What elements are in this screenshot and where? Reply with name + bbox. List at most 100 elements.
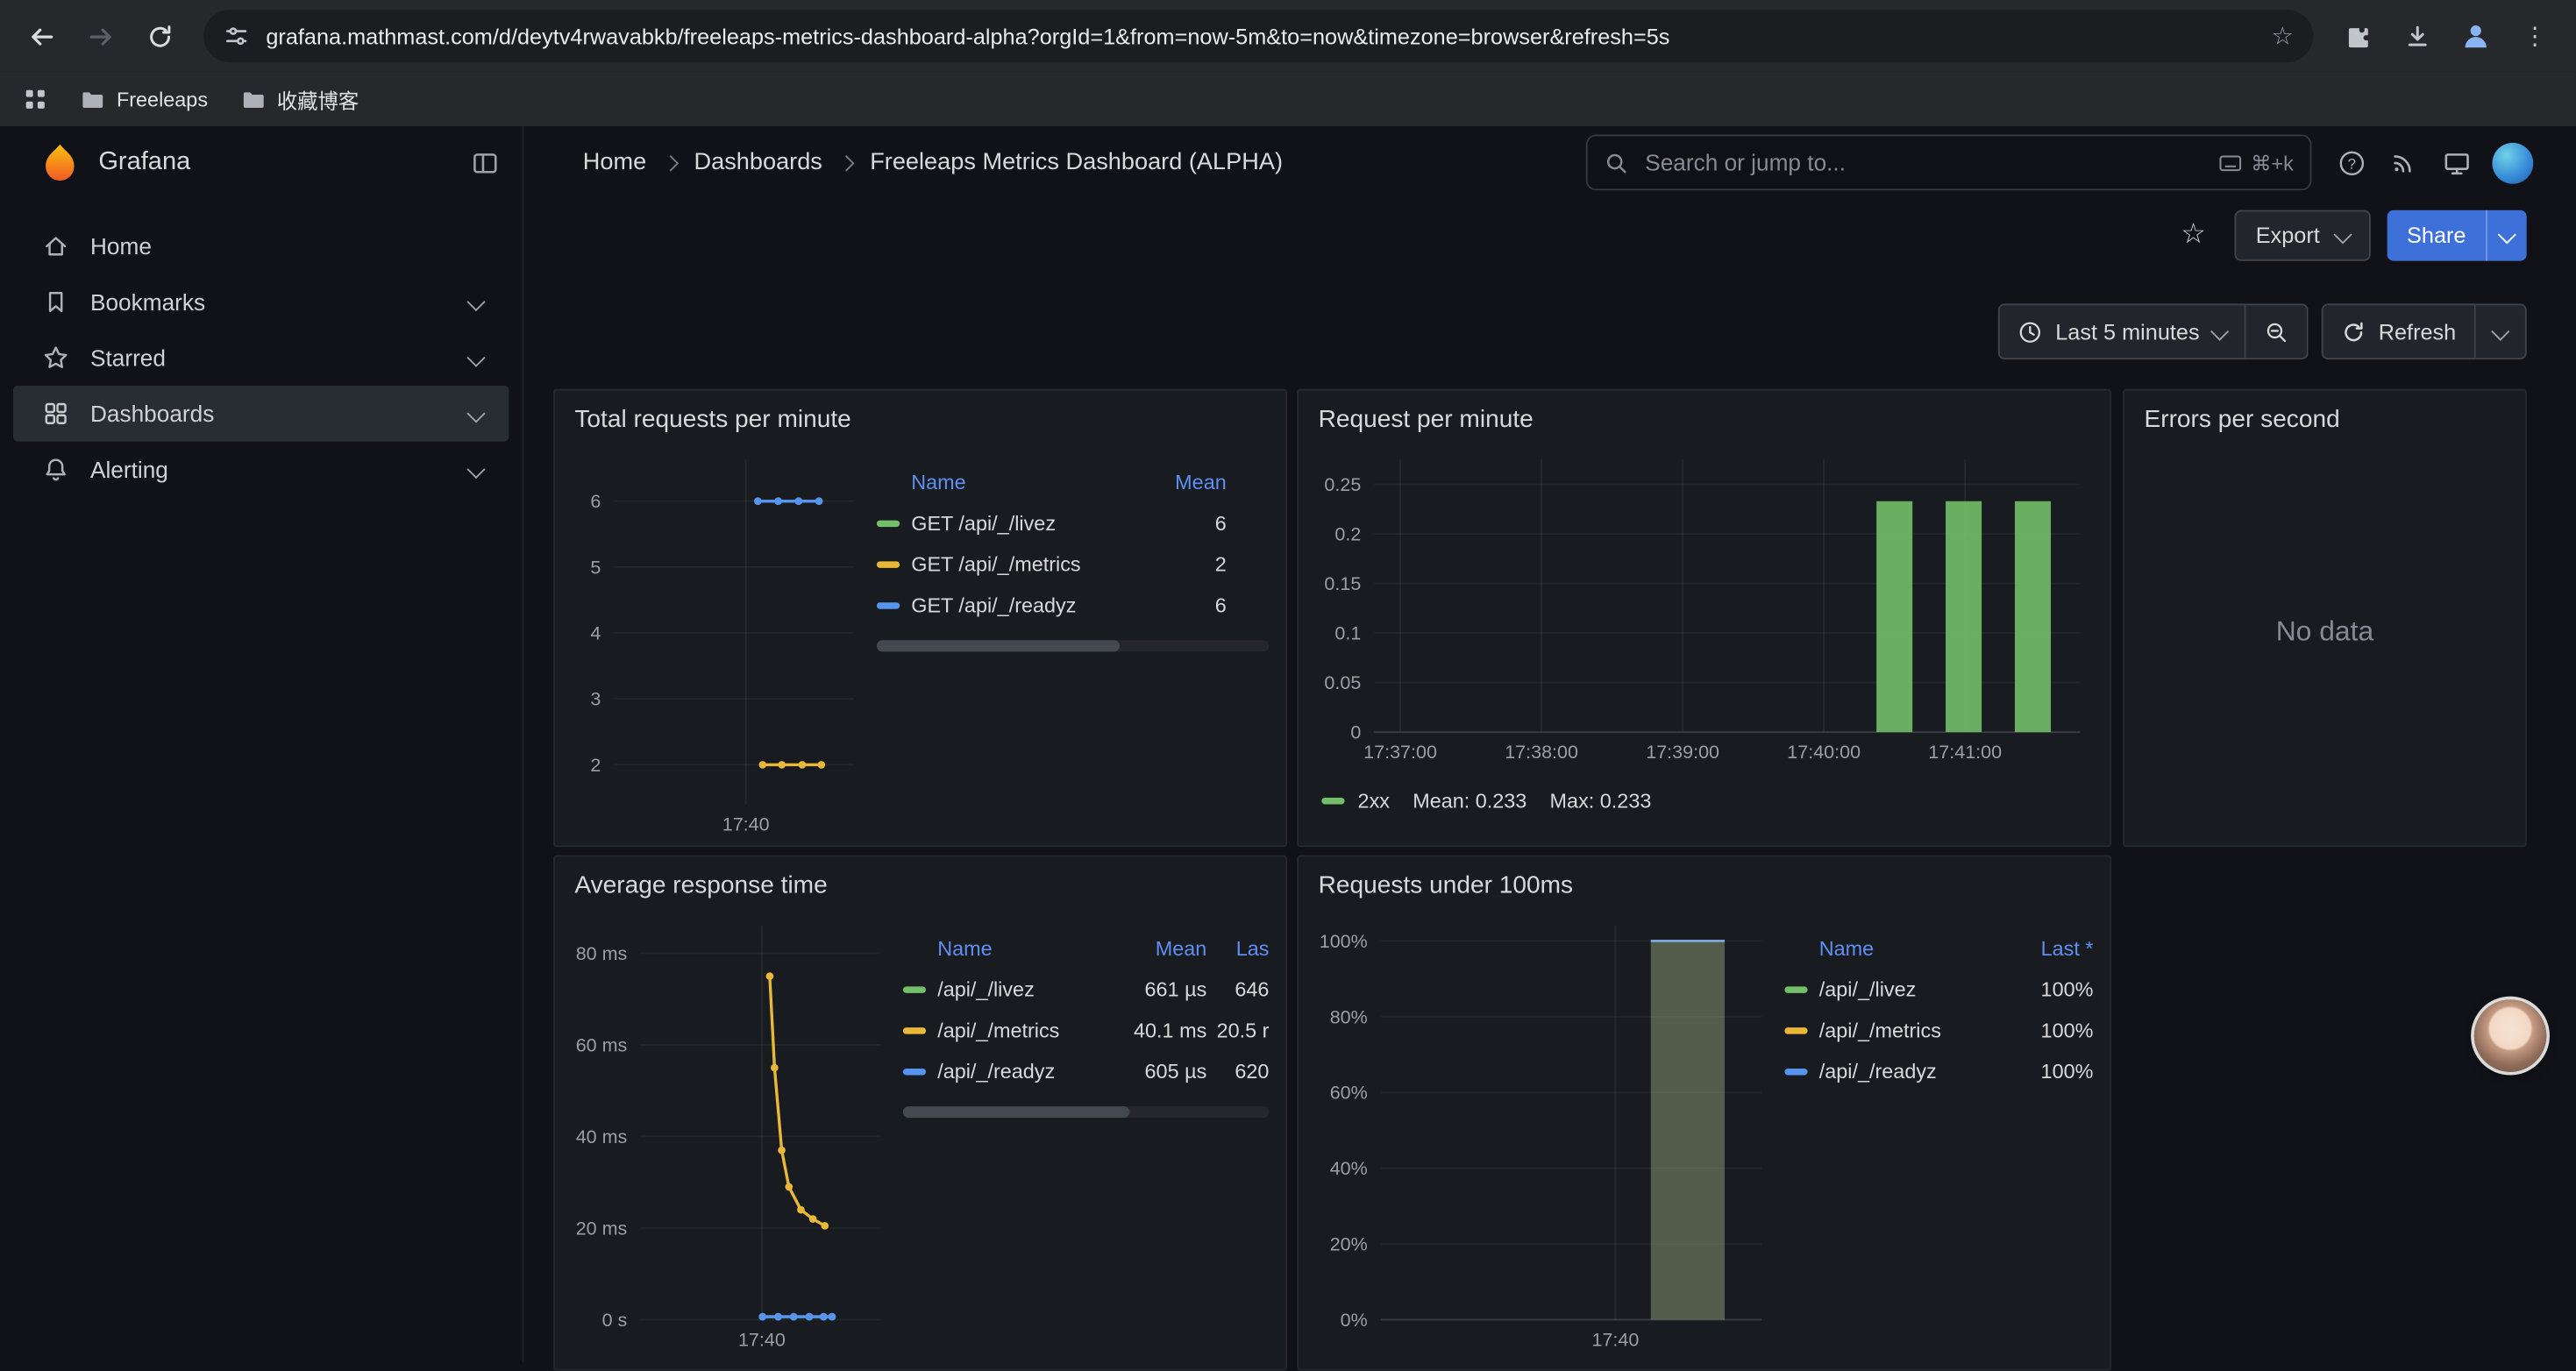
chart-request-per-minute[interactable]: 17:37:0017:38:0017:39:0017:40:0017:41:00… — [1315, 446, 2094, 779]
share-button[interactable]: Share — [2387, 210, 2486, 260]
collapse-sidebar-icon[interactable] — [471, 148, 499, 176]
legend-column-header[interactable]: Name — [903, 937, 1102, 960]
share-menu-button[interactable] — [2486, 210, 2527, 260]
legend-scrollbar[interactable] — [877, 640, 1270, 651]
display-monitor-button[interactable] — [2430, 135, 2482, 191]
legend-series-name: /api/_/livez — [937, 977, 1101, 1000]
browser-menu-button[interactable]: ⋮ — [2507, 8, 2563, 64]
legend-scrollbar-thumb[interactable] — [877, 640, 1120, 651]
legend-value: 620 — [1206, 1060, 1269, 1083]
search-input[interactable] — [1642, 148, 2205, 178]
sidebar-item-label: Bookmarks — [90, 289, 205, 316]
legend-row[interactable]: /api/_/metrics40.1 ms20.5 r — [903, 1010, 1270, 1051]
legend-column-header[interactable]: Name — [1784, 937, 1978, 960]
forward-button[interactable] — [72, 8, 128, 64]
sidebar-item-starred[interactable]: Starred — [13, 330, 509, 386]
breadcrumb-home[interactable]: Home — [583, 149, 646, 175]
panel-title[interactable]: Errors per second — [2124, 391, 2525, 447]
refresh-button[interactable]: Refresh — [2321, 303, 2476, 359]
legend-header: NameMean — [877, 463, 1270, 502]
chevron-down-icon[interactable] — [466, 404, 485, 423]
svg-text:60%: 60% — [1330, 1083, 1368, 1104]
svg-text:17:40: 17:40 — [738, 1329, 786, 1350]
legend-row[interactable]: /api/_/metrics100% — [1784, 1010, 2093, 1051]
sidebar-item-alerting[interactable]: Alerting — [13, 442, 509, 498]
export-button[interactable]: Export — [2234, 210, 2370, 260]
search-bar[interactable]: ⌘+k — [1586, 135, 2312, 191]
reload-button[interactable] — [132, 8, 188, 64]
legend-column-header[interactable]: Name — [877, 471, 1136, 494]
legend-scrollbar[interactable] — [903, 1106, 1270, 1118]
sidebar-item-dashboards[interactable]: Dashboards — [13, 386, 509, 442]
chevron-down-icon[interactable] — [466, 349, 485, 367]
zoom-out-button[interactable] — [2245, 303, 2308, 359]
profile-button[interactable] — [2448, 8, 2504, 64]
floating-avatar[interactable] — [2474, 999, 2546, 1071]
bookmark-star-icon[interactable]: ☆ — [2272, 21, 2294, 51]
news-rss-button[interactable] — [2377, 135, 2430, 191]
address-bar[interactable]: grafana.mathmast.com/d/deytv4rwavabkb/fr… — [203, 10, 2313, 62]
legend-column-header[interactable]: Mean — [1136, 471, 1227, 494]
chevron-down-icon[interactable] — [466, 293, 485, 311]
legend-row[interactable]: /api/_/livez661 µs646 — [903, 969, 1270, 1010]
panel-title[interactable]: Total requests per minute — [555, 391, 1285, 447]
bookmark-folder-freeleaps[interactable]: Freeleaps — [81, 87, 208, 111]
legend-total-requests: NameMeanGET /api/_/livez6GET /api/_/metr… — [877, 463, 1270, 847]
breadcrumb: Home Dashboards Freeleaps Metrics Dashbo… — [583, 149, 1283, 175]
svg-text:?: ? — [2347, 154, 2355, 171]
apps-grid-icon[interactable] — [23, 87, 47, 111]
bookmark-folder-blogs[interactable]: 收藏博客 — [240, 83, 359, 115]
profile-avatar-icon — [2459, 19, 2492, 52]
legend-row[interactable]: GET /api/_/metrics2 — [877, 543, 1270, 585]
site-info-icon[interactable] — [224, 23, 250, 49]
chart-requests-under-100ms[interactable]: 17:40100%80%60%40%20%0% — [1315, 913, 1775, 1367]
panel-title[interactable]: Request per minute — [1299, 391, 2110, 447]
extensions-button[interactable] — [2330, 8, 2386, 64]
bookmark-icon — [43, 289, 69, 316]
brand-title: Grafana — [98, 148, 190, 178]
chart-total-requests[interactable]: 17:4065432 — [572, 446, 867, 847]
bookmarks-bar: Freeleaps 收藏博客 — [0, 72, 2576, 126]
legend-row[interactable]: GET /api/_/livez6 — [877, 502, 1270, 543]
back-button[interactable] — [13, 8, 69, 64]
grafana-logo[interactable] — [39, 142, 81, 183]
time-controls: Last 5 minutes — [1998, 303, 2527, 359]
refresh-interval-button[interactable] — [2476, 303, 2527, 359]
legend-row[interactable]: /api/_/readyz100% — [1784, 1050, 2093, 1091]
favorite-star-icon[interactable]: ☆ — [2168, 218, 2217, 251]
legend-column-header[interactable]: Las — [1206, 937, 1269, 960]
legend-scrollbar-thumb[interactable] — [903, 1106, 1130, 1118]
sidebar-nav: Home Bookmarks Starred — [0, 199, 522, 517]
legend-row[interactable]: /api/_/livez100% — [1784, 969, 2093, 1010]
bookmark-label: 收藏博客 — [277, 83, 359, 115]
breadcrumb-dashboards[interactable]: Dashboards — [694, 149, 822, 175]
breadcrumb-separator-icon — [838, 154, 855, 171]
series-color-marker — [877, 560, 900, 566]
download-button[interactable] — [2388, 8, 2444, 64]
panel-title[interactable]: Average response time — [555, 856, 1285, 913]
svg-text:17:39:00: 17:39:00 — [1646, 742, 1719, 763]
legend-row[interactable]: /api/_/readyz605 µs620 — [903, 1050, 1270, 1091]
legend-request-per-minute[interactable]: 2xxMean: 0.233Max: 0.233 — [1315, 779, 2094, 822]
svg-text:17:41:00: 17:41:00 — [1928, 742, 2002, 763]
breadcrumb-current: Freeleaps Metrics Dashboard (ALPHA) — [870, 149, 1283, 175]
sidebar-item-bookmarks[interactable]: Bookmarks — [13, 274, 509, 330]
panel-title[interactable]: Requests under 100ms — [1299, 856, 2110, 913]
legend-series-name: /api/_/readyz — [1819, 1060, 1979, 1083]
chart-average-response-time[interactable]: 17:4080 ms60 ms40 ms20 ms0 s — [572, 913, 893, 1367]
share-split-button: Share — [2387, 210, 2527, 260]
help-button[interactable]: ? — [2324, 135, 2377, 191]
sidebar-item-home[interactable]: Home — [13, 218, 509, 274]
legend-value: 605 µs — [1101, 1060, 1206, 1083]
legend-row[interactable]: GET /api/_/readyz6 — [877, 585, 1270, 626]
chevron-down-icon[interactable] — [466, 460, 485, 479]
legend-series-name[interactable]: 2xx — [1358, 790, 1390, 813]
series-color-marker — [1784, 1068, 1807, 1074]
legend-column-header[interactable]: Last * — [1978, 937, 2093, 960]
svg-text:0.25: 0.25 — [1324, 474, 1361, 495]
series-color-marker — [1784, 1026, 1807, 1033]
user-avatar[interactable] — [2492, 142, 2533, 183]
legend-column-header[interactable]: Mean — [1101, 937, 1206, 960]
time-range-picker[interactable]: Last 5 minutes — [1998, 303, 2245, 359]
url-text[interactable]: grafana.mathmast.com/d/deytv4rwavabkb/fr… — [266, 24, 2255, 48]
